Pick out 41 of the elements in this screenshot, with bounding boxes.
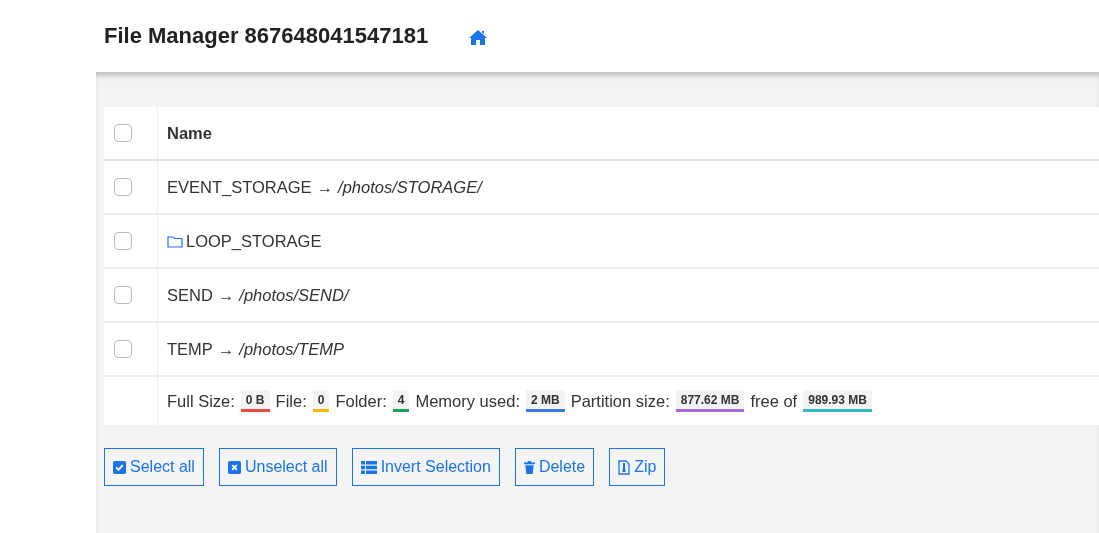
link-target: /photos/STORAGE/ <box>338 177 482 197</box>
summary-value: 877.62 MB <box>675 390 745 412</box>
select-all-checkbox[interactable] <box>113 124 132 142</box>
summary-value: 4 <box>392 390 410 412</box>
checkbox-icon <box>113 460 126 474</box>
row-checkbox[interactable] <box>113 232 132 250</box>
action-button[interactable]: Zip <box>609 448 666 486</box>
arrow-glyph: → <box>316 177 334 197</box>
trash-icon <box>523 460 535 474</box>
link-target: /photos/SEND/ <box>239 285 349 305</box>
folder-name[interactable]: LOOP_STORAGE <box>186 231 322 251</box>
link-name[interactable]: EVENT_STORAGE <box>167 177 312 197</box>
summary-label: Full Size: <box>167 391 235 411</box>
arrow-glyph: → <box>217 285 235 305</box>
list-icon <box>360 460 377 474</box>
file-icon <box>618 459 631 475</box>
row-checkbox[interactable] <box>113 178 132 196</box>
link-target: /photos/TEMP <box>239 339 344 359</box>
summary-label: Folder: <box>335 391 387 411</box>
summary-value: 0 <box>312 390 330 412</box>
arrow-glyph: → <box>217 339 235 359</box>
summary-label: Partition size: <box>570 391 670 411</box>
summary-label: Memory used: <box>415 391 520 411</box>
row-checkbox[interactable] <box>113 286 132 304</box>
folder-icon <box>167 234 183 248</box>
action-button[interactable]: Select all <box>104 448 204 486</box>
page-title: File Manager 867648041547181 <box>104 23 429 49</box>
summary-value: 989.93 MB <box>803 390 872 412</box>
action-button[interactable]: Invert Selection <box>351 448 500 486</box>
column-header: Name <box>167 123 212 143</box>
summary-value: 0 B <box>240 390 270 412</box>
close-icon <box>227 460 241 474</box>
action-button[interactable]: Unselect all <box>218 448 337 486</box>
link-name[interactable]: TEMP <box>167 339 213 359</box>
summary-value: 2 MB <box>526 390 565 412</box>
summary-label: free of <box>750 391 798 411</box>
action-button[interactable]: Delete <box>514 448 595 486</box>
row-checkbox[interactable] <box>113 340 132 358</box>
summary-label: File: <box>275 391 307 411</box>
link-name[interactable]: SEND <box>167 285 213 305</box>
home-icon[interactable] <box>468 28 489 46</box>
